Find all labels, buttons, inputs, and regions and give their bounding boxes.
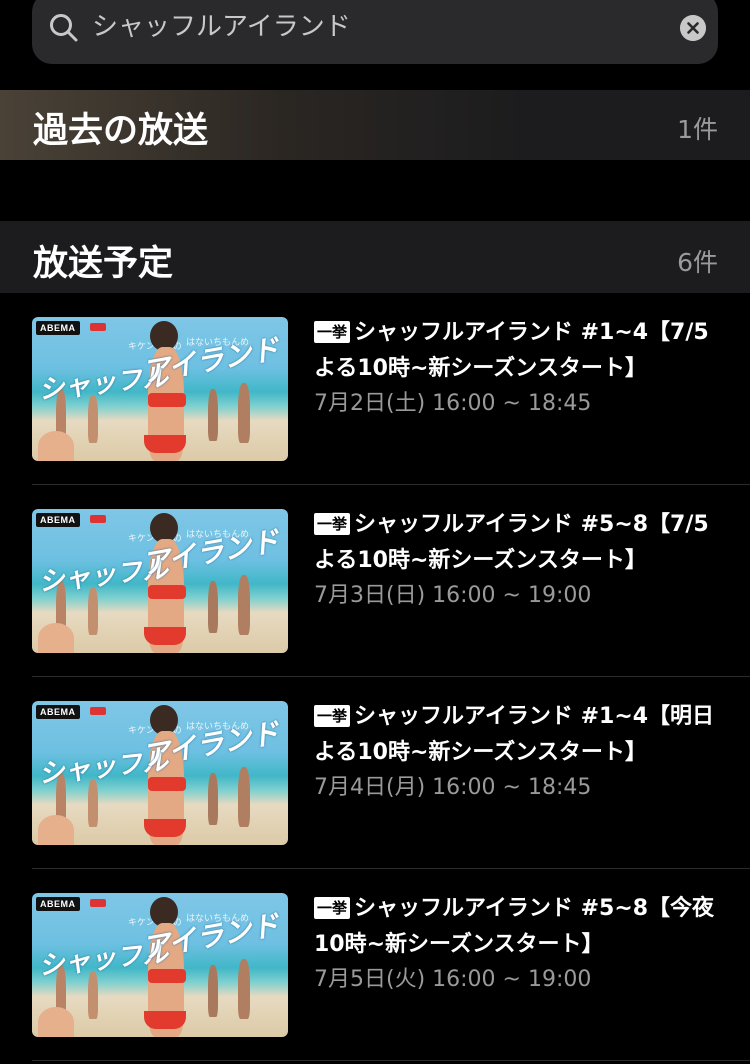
- search-input[interactable]: シャッフルアイランド: [92, 10, 351, 44]
- swimsuit: [148, 393, 186, 407]
- person-figure: [88, 971, 98, 1019]
- program-list-item[interactable]: ABEMA キケンな恋の はないちもんめ シャッフル アイランド 一挙シャッフル…: [0, 677, 750, 869]
- swimsuit: [148, 969, 186, 983]
- program-info: 一挙 シャッフルアイランド #5~8【7/5 よる10時~新シーズンスタート】 7…: [314, 507, 726, 613]
- divider: [32, 1060, 750, 1061]
- program-thumbnail: ABEMA キケンな恋の はないちもんめ シャッフル アイランド: [32, 509, 288, 653]
- program-list-item[interactable]: ABEMA キケンな恋の はないちもんめ シャッフル アイランド 一挙シャッフル…: [0, 485, 750, 677]
- person-figure: [238, 959, 250, 1019]
- swimsuit: [148, 585, 186, 599]
- channel-badge: [90, 515, 106, 523]
- program-title-text: シャッフルアイランド #5~8【7/5: [354, 512, 709, 537]
- binge-badge: 一挙: [314, 321, 351, 343]
- swimsuit: [148, 777, 186, 791]
- swimsuit: [144, 1011, 186, 1029]
- abema-logo: ABEMA: [36, 897, 80, 911]
- binge-badge: 一挙: [314, 705, 351, 727]
- section-title: 過去の放送: [33, 111, 209, 151]
- program-title-text: シャッフルアイランド #1~4【7/5: [354, 320, 709, 345]
- abema-logo: ABEMA: [36, 321, 80, 335]
- person-figure: [208, 773, 218, 825]
- person-figure: [88, 587, 98, 635]
- person-figure: [208, 389, 218, 441]
- person-figure: [238, 767, 250, 827]
- program-info: 一挙 シャッフルアイランド #1~4【7/5 よる10時~新シーズンスタート】 7…: [314, 315, 726, 421]
- swimsuit: [144, 435, 186, 453]
- channel-badge: [90, 899, 106, 907]
- program-title-line: 一挙 シャッフルアイランド #1~4【明日: [314, 699, 726, 735]
- program-thumbnail: ABEMA キケンな恋の はないちもんめ シャッフル アイランド: [32, 701, 288, 845]
- binge-badge: 一挙: [314, 897, 351, 919]
- person-figure: [208, 581, 218, 633]
- channel-badge: [90, 323, 106, 331]
- search-bar[interactable]: シャッフルアイランド: [32, 0, 718, 64]
- person-figure: [238, 575, 250, 635]
- program-airtime: 7月5日(火) 16:00 ~ 19:00: [314, 967, 592, 992]
- program-title-line: よる10時~新シーズンスタート】: [314, 356, 647, 381]
- program-title-line: 10時~新シーズンスタート】: [314, 932, 604, 957]
- program-list-item[interactable]: ABEMA キケンな恋の はないちもんめ シャッフル アイランド 一挙シャッフル…: [0, 293, 750, 485]
- section-title: 放送予定: [33, 244, 174, 284]
- section-past-broadcasts[interactable]: 過去の放送 1件: [0, 90, 750, 160]
- program-info: 一挙 シャッフルアイランド #5~8【今夜 10時~新シーズンスタート】 7月5日…: [314, 891, 726, 997]
- program-title-line: 一挙 シャッフルアイランド #1~4【7/5: [314, 315, 726, 351]
- person-figure: [88, 395, 98, 443]
- hand: [38, 623, 74, 653]
- program-title-line: よる10時~新シーズンスタート】: [314, 548, 647, 573]
- abema-logo: ABEMA: [36, 705, 80, 719]
- program-airtime: 7月3日(日) 16:00 ~ 19:00: [314, 583, 592, 608]
- program-airtime: 7月2日(土) 16:00 ~ 18:45: [314, 391, 592, 416]
- abema-logo: ABEMA: [36, 513, 80, 527]
- search-icon: [50, 14, 78, 42]
- program-title-text: シャッフルアイランド #5~8【今夜: [354, 896, 715, 921]
- clear-search-icon[interactable]: [680, 15, 706, 41]
- channel-badge: [90, 707, 106, 715]
- swimsuit: [144, 819, 186, 837]
- program-title-text: シャッフルアイランド #1~4【明日: [354, 704, 715, 729]
- program-title-line: 一挙 シャッフルアイランド #5~8【7/5: [314, 507, 726, 543]
- program-title-line: よる10時~新シーズンスタート】: [314, 740, 647, 765]
- section-upcoming-broadcasts: 放送予定 6件: [0, 221, 750, 293]
- program-info: 一挙 シャッフルアイランド #1~4【明日 よる10時~新シーズンスタート】 7月…: [314, 699, 726, 805]
- section-count: 1件: [677, 115, 718, 144]
- binge-badge: 一挙: [314, 513, 351, 535]
- hand: [38, 1007, 74, 1037]
- person-figure: [238, 383, 250, 443]
- program-thumbnail: ABEMA キケンな恋の はないちもんめ シャッフル アイランド: [32, 317, 288, 461]
- swimsuit: [144, 627, 186, 645]
- person-figure: [88, 779, 98, 827]
- program-thumbnail: ABEMA キケンな恋の はないちもんめ シャッフル アイランド: [32, 893, 288, 1037]
- section-count: 6件: [677, 248, 718, 277]
- program-title-line: 一挙 シャッフルアイランド #5~8【今夜: [314, 891, 726, 927]
- person-figure: [208, 965, 218, 1017]
- hand: [38, 815, 74, 845]
- hand: [38, 431, 74, 461]
- program-airtime: 7月4日(月) 16:00 ~ 18:45: [314, 775, 592, 800]
- program-list-item[interactable]: ABEMA キケンな恋の はないちもんめ シャッフル アイランド 一挙シャッフル…: [0, 869, 750, 1061]
